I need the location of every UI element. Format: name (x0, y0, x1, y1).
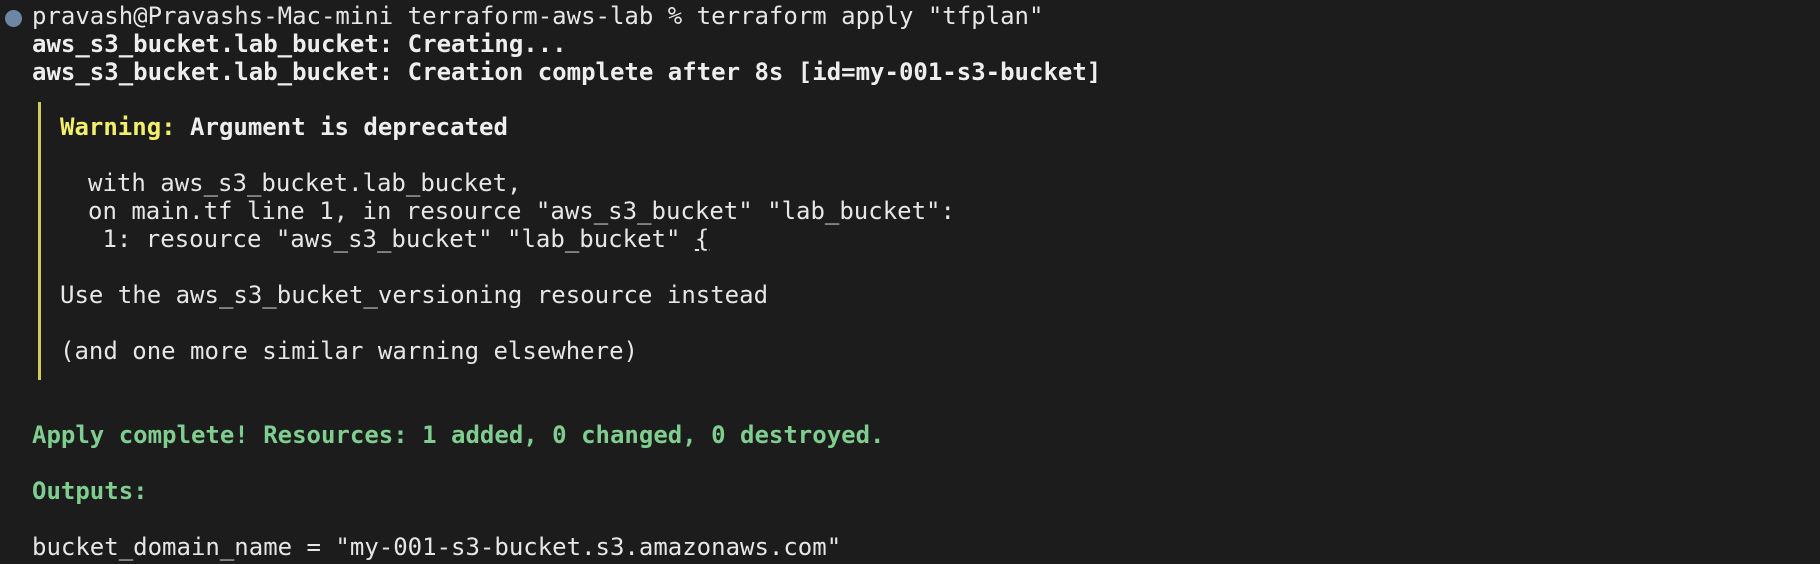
warning-title: Argument is deprecated (175, 113, 508, 141)
warning-code-line: 1: resource "aws_s3_bucket" "lab_bucket"… (88, 225, 709, 253)
prompt-status-dot-icon (5, 10, 22, 27)
outputs-heading: Outputs: (32, 477, 148, 505)
warning-on-line: on main.tf line 1, in resource "aws_s3_b… (88, 197, 955, 225)
command-line: pravash@Pravashs-Mac-mini terraform-aws-… (32, 2, 1043, 30)
terraform-command: terraform apply "tfplan" (696, 2, 1044, 30)
warning-code-brace: { (694, 225, 710, 253)
creation-complete-status: aws_s3_bucket.lab_bucket: Creation compl… (32, 58, 1102, 86)
creating-status: aws_s3_bucket.lab_bucket: Creating... (32, 30, 567, 58)
output-bucket-domain-name: bucket_domain_name = "my-001-s3-bucket.s… (32, 533, 842, 561)
warning-more: (and one more similar warning elsewhere) (60, 337, 638, 365)
warning-code-text: 1: resource "aws_s3_bucket" "lab_bucket" (88, 225, 695, 253)
warning-label: Warning: (60, 113, 176, 141)
warning-with-line: with aws_s3_bucket.lab_bucket, (88, 169, 522, 197)
shell-prompt: pravash@Pravashs-Mac-mini terraform-aws-… (32, 2, 697, 30)
warning-heading: Warning: Argument is deprecated (60, 113, 508, 141)
warning-bar (38, 102, 41, 380)
apply-complete-message: Apply complete! Resources: 1 added, 0 ch… (32, 421, 885, 449)
warning-message: Use the aws_s3_bucket_versioning resourc… (60, 281, 769, 309)
